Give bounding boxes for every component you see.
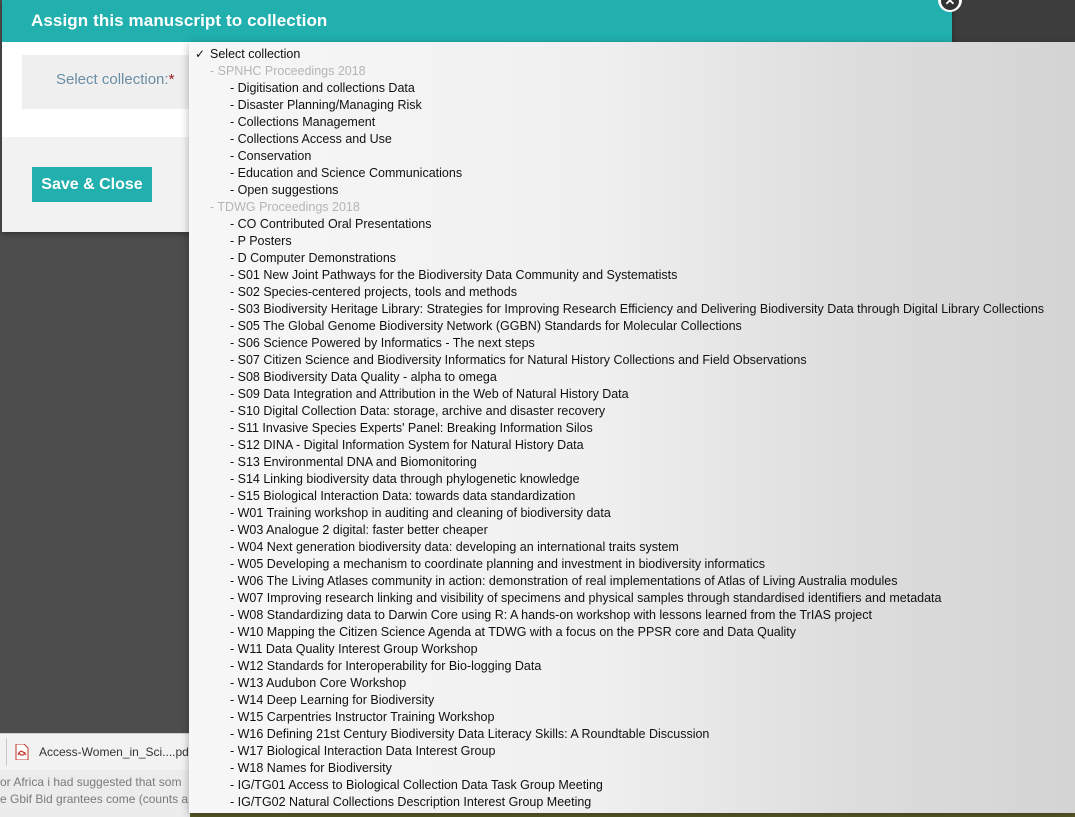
collection-option[interactable]: - IG/TG02 Natural Collections Descriptio… [189,794,1075,811]
pdf-file-icon [15,744,29,760]
collection-option[interactable]: - W14 Deep Learning for Biodiversity [189,692,1075,709]
collection-option[interactable]: - IG/TG01 Access to Biological Collectio… [189,777,1075,794]
collection-option[interactable]: - W16 Defining 21st Century Biodiversity… [189,726,1075,743]
required-mark: * [168,71,175,88]
collection-option[interactable]: - S11 Invasive Species Experts' Panel: B… [189,420,1075,437]
background-text-line: or Africa i had suggested that som [0,775,182,789]
collection-option[interactable]: - W01 Training workshop in auditing and … [189,505,1075,522]
save-close-button[interactable]: Save & Close [32,167,152,202]
select-collection-label: Select collection:* [56,71,174,88]
collection-option[interactable]: - S06 Science Powered by Informatics - T… [189,335,1075,352]
collection-option[interactable]: - CO Contributed Oral Presentations [189,216,1075,233]
collection-option[interactable]: - S02 Species-centered projects, tools a… [189,284,1075,301]
download-item[interactable]: Access-Women_in_Sci....pdf [6,738,193,766]
collection-option[interactable]: - W08 Standardizing data to Darwin Core … [189,607,1075,624]
collection-option[interactable]: - S01 New Joint Pathways for the Biodive… [189,267,1075,284]
collection-option[interactable]: - P Posters [189,233,1075,250]
collection-option[interactable]: - W18 Names for Biodiversity [189,760,1075,777]
modal-header: Assign this manuscript to collection [2,0,952,42]
collection-option[interactable]: - W07 Improving research linking and vis… [189,590,1075,607]
close-icon: ✕ [941,0,959,10]
collection-option[interactable]: - Collections Access and Use [189,131,1075,148]
collection-option[interactable]: - W17 Biological Interaction Data Intere… [189,743,1075,760]
collection-option[interactable]: - W04 Next generation biodiversity data:… [189,539,1075,556]
background-page-text: or Africa i had suggested that som e Gbi… [0,770,190,817]
collection-option[interactable]: - S03 Biodiversity Heritage Library: Str… [189,301,1075,318]
collection-options: ✓ Select collection - SPNHC Proceedings … [189,42,1075,811]
background-page-bottom [190,813,1075,817]
option-select-collection[interactable]: ✓ Select collection [189,46,1075,63]
collection-option[interactable]: - S10 Digital Collection Data: storage, … [189,403,1075,420]
collection-option[interactable]: - W13 Audubon Core Workshop [189,675,1075,692]
collection-option[interactable]: - Digitisation and collections Data [189,80,1075,97]
collection-option[interactable]: - W15 Carpentries Instructor Training Wo… [189,709,1075,726]
collection-option[interactable]: - W03 Analogue 2 digital: faster better … [189,522,1075,539]
background-page-right [952,0,1075,45]
collection-option[interactable]: - D Computer Demonstrations [189,250,1075,267]
option-group-label: - TDWG Proceedings 2018 [210,200,360,214]
collection-option[interactable]: - Education and Science Communications [189,165,1075,182]
collection-option[interactable]: - S08 Biodiversity Data Quality - alpha … [189,369,1075,386]
select-collection-label-text: Select collection: [56,71,169,88]
background-text-line: e Gbif Bid grantees come (counts a [0,792,189,806]
collection-option[interactable]: - Conservation [189,148,1075,165]
collection-option[interactable]: - Disaster Planning/Managing Risk [189,97,1075,114]
collection-option[interactable]: - S09 Data Integration and Attribution i… [189,386,1075,403]
collection-option[interactable]: - S12 DINA - Digital Information System … [189,437,1075,454]
download-bar: Access-Women_in_Sci....pdf [0,733,193,770]
collection-option[interactable]: - W06 The Living Atlases community in ac… [189,573,1075,590]
download-filename: Access-Women_in_Sci....pdf [39,745,193,759]
collection-option[interactable]: - S05 The Global Genome Biodiversity Net… [189,318,1075,335]
collection-option[interactable]: - W11 Data Quality Interest Group Worksh… [189,641,1075,658]
checkmark-icon: ✓ [195,47,206,61]
collection-option[interactable]: - Open suggestions [189,182,1075,199]
modal-title: Assign this manuscript to collection [31,11,328,30]
collection-option[interactable]: - S13 Environmental DNA and Biomonitorin… [189,454,1075,471]
collection-option[interactable]: - W05 Developing a mechanism to coordina… [189,556,1075,573]
collection-option[interactable]: - S14 Linking biodiversity data through … [189,471,1075,488]
collection-option[interactable]: - W12 Standards for Interoperability for… [189,658,1075,675]
collection-option[interactable]: - S07 Citizen Science and Biodiversity I… [189,352,1075,369]
collection-option[interactable]: - Collections Management [189,114,1075,131]
collection-option[interactable]: - S15 Biological Interaction Data: towar… [189,488,1075,505]
collection-dropdown-list[interactable]: ✓ Select collection - SPNHC Proceedings … [189,42,1075,813]
option-group-label: - SPNHC Proceedings 2018 [210,64,366,78]
option-label: Select collection [210,47,301,61]
collection-option[interactable]: - W10 Mapping the Citizen Science Agenda… [189,624,1075,641]
